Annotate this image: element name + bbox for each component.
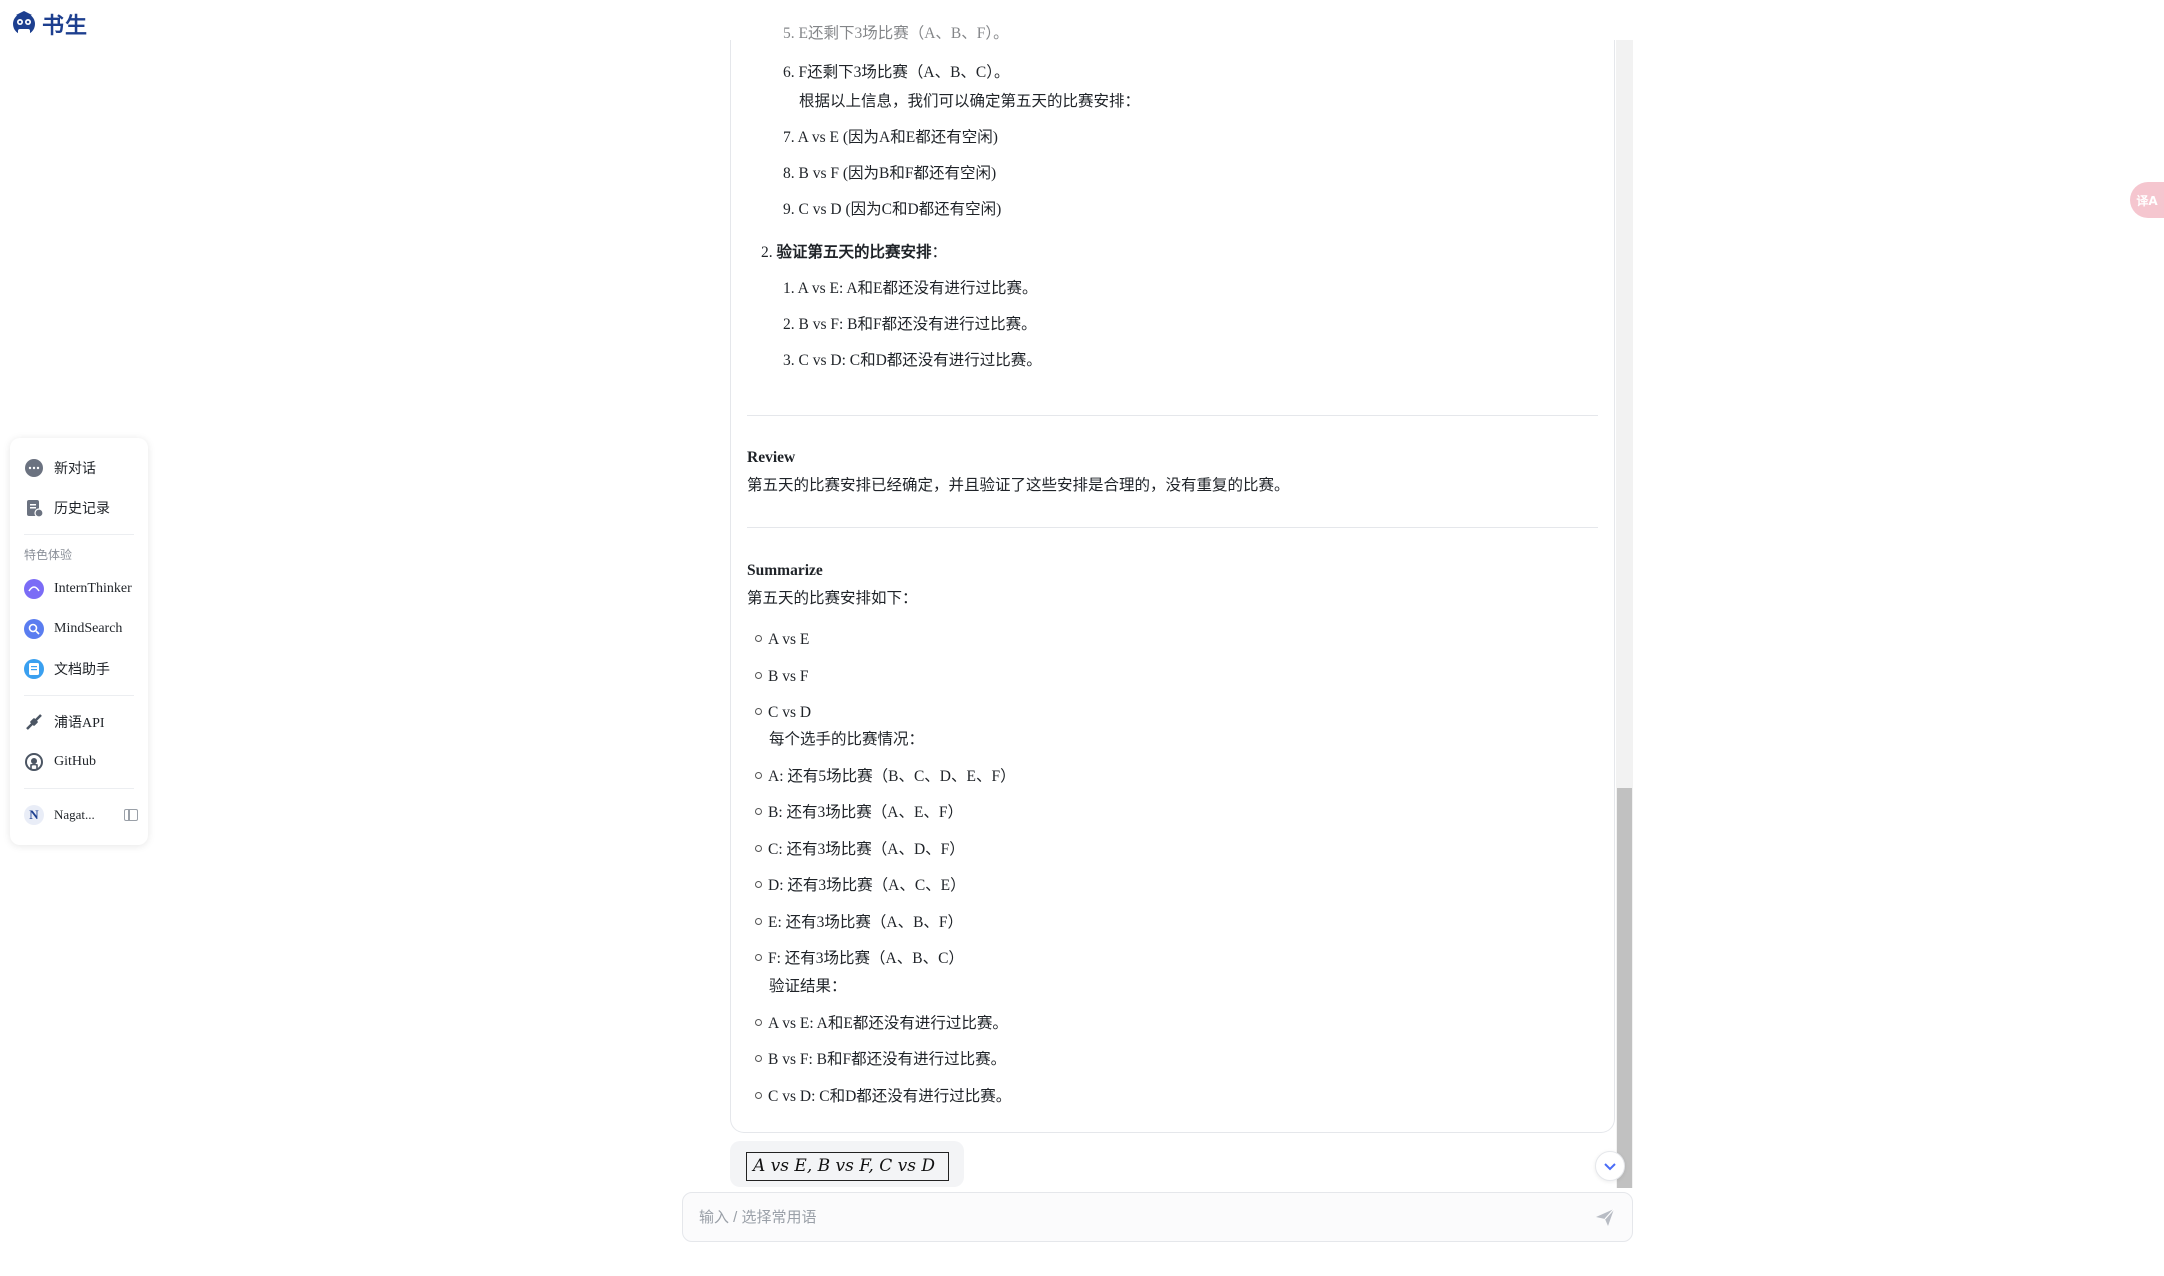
- intern-thinker-icon: [24, 579, 44, 599]
- list-item: 8. B vs F (因为B和F都还有空闲): [783, 165, 997, 182]
- list-item: C vs D: C和D都还没有进行过比赛。: [755, 1087, 1011, 1107]
- list-item: A vs E: A和E都还没有进行过比赛。: [755, 1014, 1008, 1034]
- list-item: D: 还有3场比赛（A、C、E）: [755, 876, 966, 896]
- scroll-to-bottom-button[interactable]: [1595, 1151, 1625, 1181]
- list-item: B vs F: [755, 667, 809, 687]
- user-name: Nagat...: [54, 807, 95, 822]
- list-item: E: 还有3场比赛（A、B、F）: [755, 913, 963, 933]
- document-icon: [24, 659, 44, 679]
- sidebar: 新对话 历史记录 特色体验 InternThinker MindSearch 文…: [10, 438, 148, 845]
- list-item: 1. A vs E: A和E都还没有进行过比赛。: [783, 280, 1038, 297]
- divider: [747, 415, 1598, 416]
- sidebar-item-github[interactable]: GitHub: [20, 742, 138, 782]
- translate-icon: 译A: [2136, 193, 2158, 208]
- logo-icon: [13, 11, 35, 35]
- list-item: 7. A vs E (因为A和E都还有空闲): [783, 129, 998, 146]
- sidebar-item-label: GitHub: [54, 754, 96, 769]
- sidebar-item-doc-assistant[interactable]: 文档助手: [20, 649, 138, 689]
- sidebar-item-new-chat[interactable]: 新对话: [20, 448, 138, 488]
- sidebar-item-api[interactable]: 浦语API: [20, 702, 138, 742]
- paragraph: 验证结果：: [769, 978, 847, 995]
- list-item: C vs D: [755, 703, 811, 723]
- sidebar-item-internthinker[interactable]: InternThinker: [20, 569, 138, 609]
- sidebar-item-mindsearch[interactable]: MindSearch: [20, 609, 138, 649]
- sidebar-item-label: 浦语API: [54, 716, 105, 731]
- github-icon: [24, 752, 44, 772]
- chevron-down-icon: [1604, 1163, 1616, 1171]
- list-item: F: 还有3场比赛（A、B、C）: [755, 949, 964, 969]
- brand-name: 书生: [42, 14, 89, 39]
- sidebar-section-label: 特色体验: [24, 548, 73, 562]
- summarize-intro: 第五天的比赛安排如下：: [747, 590, 918, 607]
- paragraph: 根据以上信息，我们可以确定第五天的比赛安排：: [799, 93, 1141, 110]
- section-heading: 2. 验证第五天的比赛安排：: [761, 244, 948, 261]
- sidebar-item-history[interactable]: 历史记录: [20, 488, 138, 528]
- history-icon: [24, 498, 44, 518]
- list-item: A vs E: [755, 630, 809, 650]
- sidebar-collapse-icon[interactable]: [124, 809, 138, 821]
- review-text: 第五天的比赛安排已经确定，并且验证了这些安排是合理的，没有重复的比赛。: [747, 477, 1290, 494]
- sidebar-item-label: MindSearch: [54, 621, 123, 636]
- chat-input[interactable]: [699, 1208, 1594, 1226]
- review-title: Review: [747, 449, 796, 466]
- user-profile[interactable]: N Nagat...: [20, 795, 138, 835]
- brand-logo[interactable]: 书生: [10, 8, 88, 40]
- sidebar-divider: [24, 788, 134, 789]
- paragraph: 每个选手的比赛情况：: [769, 731, 925, 748]
- send-icon[interactable]: [1594, 1206, 1616, 1228]
- sidebar-divider: [24, 534, 134, 535]
- sidebar-item-label: 新对话: [54, 462, 96, 477]
- summarize-title: Summarize: [747, 562, 823, 579]
- final-answer-box: A vs E, B vs F, C vs D: [746, 1152, 949, 1181]
- sidebar-item-label: InternThinker: [54, 581, 132, 596]
- list-item: 9. C vs D (因为C和D都还有空闲): [783, 201, 1002, 218]
- chat-input-bar: [682, 1192, 1633, 1242]
- sidebar-divider: [24, 695, 134, 696]
- translate-button[interactable]: 译A: [2130, 182, 2164, 218]
- list-item: 3. C vs D: C和D都还没有进行过比赛。: [783, 352, 1042, 369]
- api-icon: [24, 712, 44, 732]
- list-item: 2. B vs F: B和F都还没有进行过比赛。: [783, 316, 1037, 333]
- sidebar-item-label: 历史记录: [54, 502, 110, 517]
- list-item: C: 还有3场比赛（A、D、F）: [755, 840, 965, 860]
- scrollbar-thumb[interactable]: [1617, 788, 1632, 1188]
- mindsearch-icon: [24, 619, 44, 639]
- list-item: B: 还有3场比赛（A、E、F）: [755, 803, 963, 823]
- list-item: 5. E还剩下3场比赛（A、B、F）。: [783, 25, 1009, 42]
- list-item: A: 还有5场比赛（B、C、D、E、F）: [755, 767, 1016, 787]
- sidebar-item-label: 文档助手: [54, 663, 110, 678]
- divider: [747, 527, 1598, 528]
- list-item: 6. F还剩下3场比赛（A、B、C）。: [783, 64, 1010, 81]
- chat-bubble-icon: [24, 458, 44, 478]
- list-item: B vs F: B和F都还没有进行过比赛。: [755, 1050, 1006, 1070]
- avatar: N: [24, 805, 44, 825]
